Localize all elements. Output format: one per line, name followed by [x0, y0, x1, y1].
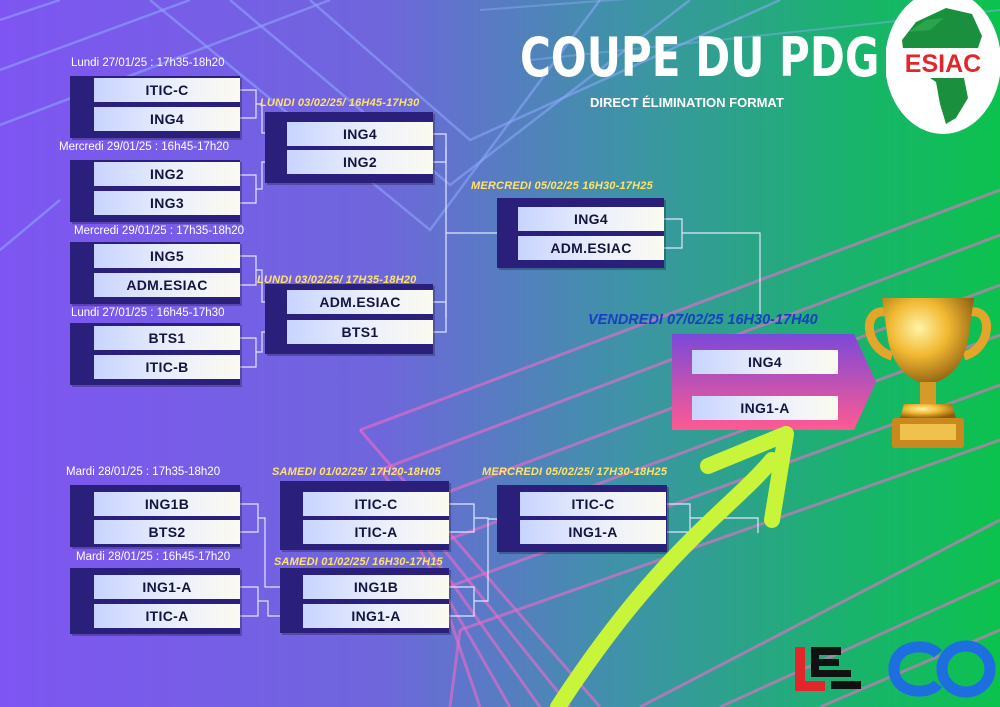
page-title: COUPE DU PDG: [520, 26, 880, 89]
page-subtitle: DIRECT ÉLIMINATION FORMAT: [590, 95, 784, 110]
match-date: Mercredi 29/01/25 : 16h45-17h20: [59, 141, 230, 153]
team-slot: ING1-A: [303, 604, 449, 628]
team-slot: BTS2: [94, 520, 240, 544]
team-slot: ING3: [94, 191, 240, 215]
logo-text: ESIAC: [905, 50, 981, 78]
match-date: Mardi 28/01/25 : 16h45-17h20: [76, 551, 231, 563]
team-slot: ITIC-A: [303, 520, 449, 544]
team-slot: ING1B: [94, 492, 240, 516]
team-slot: ING1B: [303, 575, 449, 599]
finalist-slot: ING1-A: [692, 396, 838, 420]
team-slot: ITIC-C: [94, 78, 240, 102]
team-slot: ING4: [518, 207, 664, 231]
team-slot: ITIC-B: [94, 355, 240, 379]
match-date: SAMEDI 01/02/25/ 16H30-17H15: [274, 556, 443, 568]
team-slot: BTS1: [287, 320, 433, 344]
match-date: MERCREDI 05/02/25 16H30-17H25: [471, 180, 653, 192]
sponsor-co-logo-icon: [888, 640, 996, 698]
match-date: LUNDI 03/02/25/ 16H45-17H30: [260, 97, 420, 109]
match-date: Lundi 27/01/25 : 16h45-17h30: [71, 307, 225, 319]
team-slot: ING2: [287, 150, 433, 174]
team-slot: BTS1: [94, 326, 240, 350]
arrow-icon: [550, 426, 794, 707]
team-slot: ING5: [94, 244, 240, 268]
match-date: LUNDI 03/02/25/ 17H35-18H20: [257, 274, 417, 286]
sponsor-le-logo-icon: [795, 647, 861, 691]
esiac-logo: ESIAC: [886, 0, 1000, 134]
trophy-icon: [865, 298, 991, 448]
team-slot: ING4: [287, 122, 433, 146]
match-date: SAMEDI 01/02/25/ 17H20-18H05: [272, 466, 441, 478]
final-date: VENDREDI 07/02/25 16H30-17H40: [588, 312, 818, 328]
match-date: Mardi 28/01/25 : 17h35-18h20: [66, 466, 221, 478]
team-slot: ADM.ESIAC: [287, 290, 433, 314]
team-slot: ADM.ESIAC: [94, 273, 240, 297]
finalist-slot: ING4: [692, 350, 838, 374]
team-slot: ITIC-C: [303, 492, 449, 516]
team-slot: ING1-A: [94, 575, 240, 599]
team-slot: ING2: [94, 162, 240, 186]
match-date: Lundi 27/01/25 : 17h35-18h20: [71, 57, 225, 69]
team-slot: ING4: [94, 107, 240, 131]
team-slot: ADM.ESIAC: [518, 236, 664, 260]
match-date: Mercredi 29/01/25 : 17h35-18h20: [74, 225, 245, 237]
team-slot: ITIC-A: [94, 604, 240, 628]
